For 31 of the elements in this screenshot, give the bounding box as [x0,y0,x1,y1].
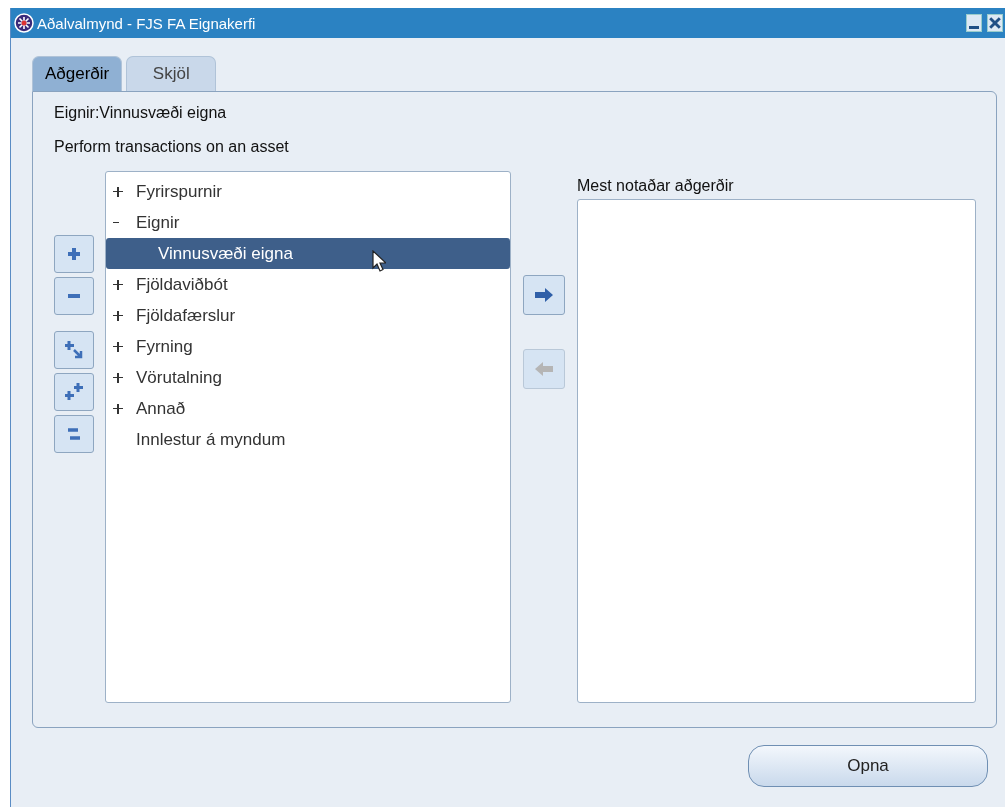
tree-item[interactable]: Annað [106,393,510,424]
expand-branch-button[interactable] [54,331,94,369]
add-button[interactable] [523,275,565,315]
tree-item[interactable]: Fjöldaviðbót [106,269,510,300]
tree-item[interactable]: Fyrning [106,331,510,362]
tree-item[interactable]: Vörutalning [106,362,510,393]
favorites-label: Mest notaðar aðgerðir [577,177,735,195]
double-plus-icon [64,382,84,402]
close-button[interactable] [987,14,1003,32]
minimize-button[interactable] [966,14,982,32]
expand-all-button[interactable] [54,373,94,411]
tab[interactable]: Aðgerðir [32,56,123,91]
open-button[interactable]: Opna [748,745,988,787]
expand-button[interactable] [54,235,94,273]
tree-item[interactable]: Vinnusvæði eigna [106,238,510,269]
right-arrow-icon [534,287,554,303]
tree-item[interactable]: Eignir [106,207,510,238]
tree-item[interactable]: Innlestur á myndum [106,424,510,455]
plus-arrow-icon [64,340,84,360]
plus-icon [67,247,81,261]
left-arrow-icon [534,361,554,377]
tree-item[interactable]: Fyrirspurnir [106,176,510,207]
window-title: Aðalvalmynd - FJS FA Eignakerfi [37,14,256,32]
breadcrumb: Eignir:Vinnusvæði eigna [54,104,228,122]
collapse-button[interactable] [54,277,94,315]
collapse-all-button[interactable] [54,415,94,453]
app-logo-icon [14,13,34,33]
tree-item[interactable]: Fjöldafærslur [106,300,510,331]
mouse-pointer-icon [372,250,386,272]
tab[interactable]: Skjöl [126,56,217,91]
instruction-text: Perform transactions on an asset [54,138,290,156]
